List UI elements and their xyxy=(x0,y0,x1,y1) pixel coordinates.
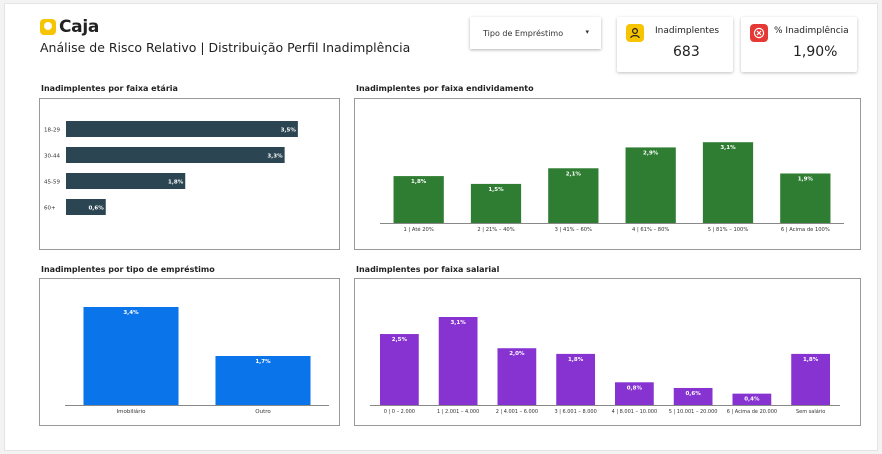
kpi-value: 1,90% xyxy=(793,44,838,60)
x-tick-label: Sem salário xyxy=(796,408,825,415)
chart-loan: 3,4% Imobiliário 1,7% Outro xyxy=(39,278,340,426)
section-title-salary: Inadimplentes por faixa salarial xyxy=(356,265,500,274)
kpi-card-default-rate: % Inadimplência 1,90% xyxy=(741,17,857,72)
x-tick-label: 5 | 81% – 100% xyxy=(708,227,749,233)
bar xyxy=(66,121,298,137)
bar xyxy=(625,147,676,223)
kpi-card-defaulters: Inadimplentes 683 xyxy=(617,17,733,72)
section-title-debt: Inadimplentes por faixa endividamento xyxy=(356,84,534,93)
data-label: 1,5% xyxy=(488,187,504,193)
data-label: 0,6% xyxy=(88,206,104,212)
y-tick-label: 18-29 xyxy=(44,128,60,134)
data-label: 0,8% xyxy=(627,385,643,391)
x-tick-label: 3 | 6.001 – 8.000 xyxy=(554,409,596,415)
x-tick-label: 4 | 8.001 – 10.000 xyxy=(612,409,658,415)
chart-age: 18-29 3,5% 30-44 3,3% 45-59 1,8% 60+ 0,6% xyxy=(39,98,340,250)
x-tick-label: Outro xyxy=(255,409,271,415)
loan-type-filter[interactable]: Tipo de Empréstimo ▾ xyxy=(470,17,601,49)
data-label: 2,0% xyxy=(509,351,525,357)
x-tick-label: 5 | 10.001 – 20.000 xyxy=(669,409,718,415)
bar xyxy=(438,317,478,405)
section-title-age: Inadimplentes por faixa etária xyxy=(41,84,178,93)
kpi-value: 683 xyxy=(673,44,700,60)
data-label: 3,5% xyxy=(281,128,297,134)
data-label: 1,9% xyxy=(798,176,814,182)
x-tick-label: 1 | Até 20% xyxy=(404,226,434,233)
data-label: 1,8% xyxy=(568,357,584,363)
caja-logo-icon xyxy=(40,19,56,35)
bar xyxy=(379,334,419,405)
bar xyxy=(83,307,179,405)
y-tick-label: 45-59 xyxy=(44,180,60,186)
close-circle-icon xyxy=(750,24,768,42)
data-label: 3,1% xyxy=(720,145,736,151)
chart-debt: 1,8% 1 | Até 20% 1,5% 2 | 21% – 40% 2,1% 3 | … xyxy=(354,98,861,250)
x-tick-label: 6 | Acima de 100% xyxy=(781,227,830,233)
data-label: 1,8% xyxy=(168,180,184,186)
x-tick-label: 6 | Acima de 20.000 xyxy=(727,409,777,415)
bar xyxy=(66,147,285,163)
section-title-loan: Inadimplentes por tipo de empréstimo xyxy=(41,265,215,274)
page-subtitle: Análise de Risco Relativo | Distribuição… xyxy=(40,40,411,55)
x-tick-label: 3 | 41% – 60% xyxy=(555,227,592,233)
bar xyxy=(702,142,754,223)
data-label: 1,8% xyxy=(411,179,427,185)
chart-salary: 2,5% 0 | 0 – 2.000 3,1% 1 | 2.001 – 4.000 2,… xyxy=(354,278,861,426)
x-tick-label: 2 | 21% – 40% xyxy=(477,227,514,233)
x-tick-label: 0 | 0 – 2.000 xyxy=(384,409,415,415)
data-label: 2,9% xyxy=(643,150,659,156)
brand-name: Caja xyxy=(59,17,100,37)
data-label: 1,7% xyxy=(255,359,271,365)
kpi-title: Inadimplentes xyxy=(655,26,720,36)
data-label: 0,6% xyxy=(685,391,701,397)
y-tick-label: 60+ xyxy=(44,206,56,212)
data-label: 2,5% xyxy=(392,337,408,343)
data-label: 1,8% xyxy=(803,357,819,363)
data-label: 2,1% xyxy=(566,171,582,177)
data-label: 3,4% xyxy=(123,310,139,316)
user-icon xyxy=(626,24,644,42)
data-label: 3,1% xyxy=(450,320,466,326)
kpi-title: % Inadimplência xyxy=(774,26,849,36)
brand-logo: Caja xyxy=(40,17,99,37)
y-tick-label: 30-44 xyxy=(44,154,60,160)
chevron-down-icon: ▾ xyxy=(585,28,589,36)
data-label: 3,3% xyxy=(267,154,283,160)
filter-label: Tipo de Empréstimo xyxy=(483,29,564,38)
x-tick-label: 2 | 4.001 – 6.000 xyxy=(496,409,538,415)
x-tick-label: 1 | 2.001 – 4.000 xyxy=(437,409,479,415)
x-tick-label: 4 | 61% – 80% xyxy=(632,227,669,233)
data-label: 0,4% xyxy=(744,397,760,403)
x-tick-label: Imobiliário xyxy=(117,408,147,415)
